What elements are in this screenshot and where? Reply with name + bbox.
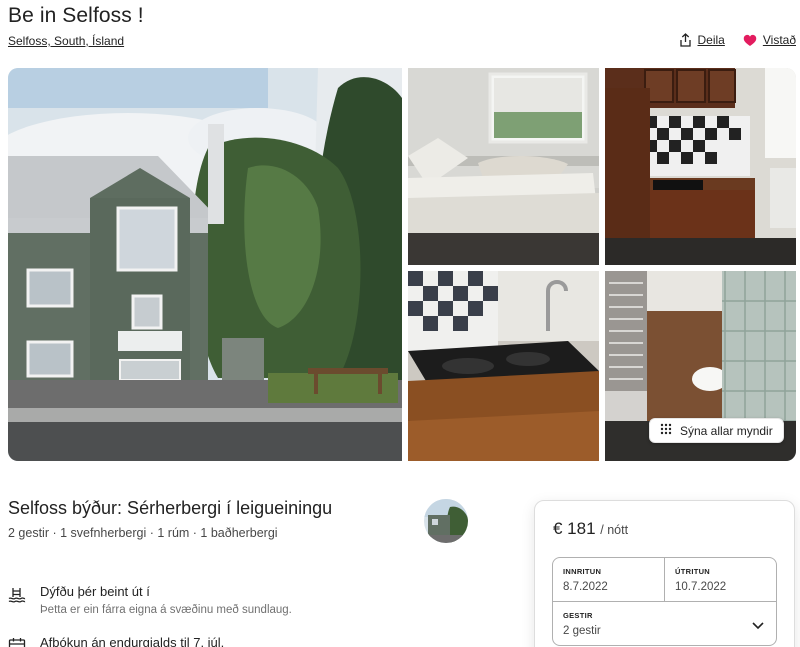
chevron-down-icon xyxy=(752,617,764,635)
checkin-value: 8.7.2022 xyxy=(563,581,608,593)
grid-dots-icon xyxy=(660,423,672,438)
listing-summary: 2 gestir · 1 svefnherbergi · 1 rúm · 1 b… xyxy=(8,526,278,540)
listing-actions: Deila Vistað xyxy=(679,33,796,47)
share-label: Deila xyxy=(697,33,725,47)
listing-title: Be in Selfoss ! xyxy=(8,4,144,27)
checkin-label: INNRITUN xyxy=(563,567,602,576)
nightly-price: € 181 / nótt xyxy=(553,519,628,539)
booking-card: € 181 / nótt INNRITUN 8.7.2022 ÚTRITUN 1… xyxy=(534,500,795,647)
feature-pool: Dýfðu þér beint út í Þetta er ein fárra … xyxy=(8,584,292,616)
share-icon xyxy=(679,33,692,47)
guests-value: 2 gestir xyxy=(563,625,601,637)
price-value: € 181 xyxy=(553,519,596,538)
price-per-night-label: / nótt xyxy=(600,523,629,537)
photo-gallery xyxy=(8,68,796,461)
show-all-photos-label: Sýna allar myndir xyxy=(680,423,773,438)
feature-description: Þetta er ein fárra eigna á svæðinu með s… xyxy=(40,604,292,616)
listing-location-link[interactable]: Selfoss, South, Ísland xyxy=(8,34,124,48)
feature-cancellation: Afbókun án endurgjalds til 7. júl. xyxy=(8,635,224,647)
guests-dropdown[interactable]: GESTIR 2 gestir xyxy=(553,601,776,646)
calendar-icon xyxy=(8,637,26,647)
guests-label: GESTIR xyxy=(563,611,593,620)
share-button[interactable]: Deila xyxy=(679,33,725,47)
checkout-label: ÚTRITUN xyxy=(675,567,711,576)
save-button[interactable]: Vistað xyxy=(743,33,796,47)
listing-subtitle: Selfoss býður: Sérherbergi í leigueining… xyxy=(8,498,333,518)
pool-icon xyxy=(8,586,26,604)
checkout-value: 10.7.2022 xyxy=(675,581,727,593)
host-avatar[interactable] xyxy=(424,499,468,543)
photo-stove[interactable] xyxy=(408,271,599,461)
save-label: Vistað xyxy=(762,33,796,47)
checkout-field[interactable]: ÚTRITUN 10.7.2022 xyxy=(665,558,778,601)
feature-title: Afbókun án endurgjalds til 7. júl. xyxy=(40,635,225,647)
photo-kitchen[interactable] xyxy=(605,68,796,265)
checkin-field[interactable]: INNRITUN 8.7.2022 xyxy=(553,558,665,601)
photo-building-exterior[interactable] xyxy=(8,68,402,461)
show-all-photos-button[interactable]: Sýna allar myndir xyxy=(649,418,784,443)
photo-bedroom[interactable] xyxy=(408,68,599,265)
feature-title: Dýfðu þér beint út í xyxy=(40,584,150,599)
heart-icon xyxy=(743,34,757,47)
date-guest-picker: INNRITUN 8.7.2022 ÚTRITUN 10.7.2022 GEST… xyxy=(552,557,777,646)
